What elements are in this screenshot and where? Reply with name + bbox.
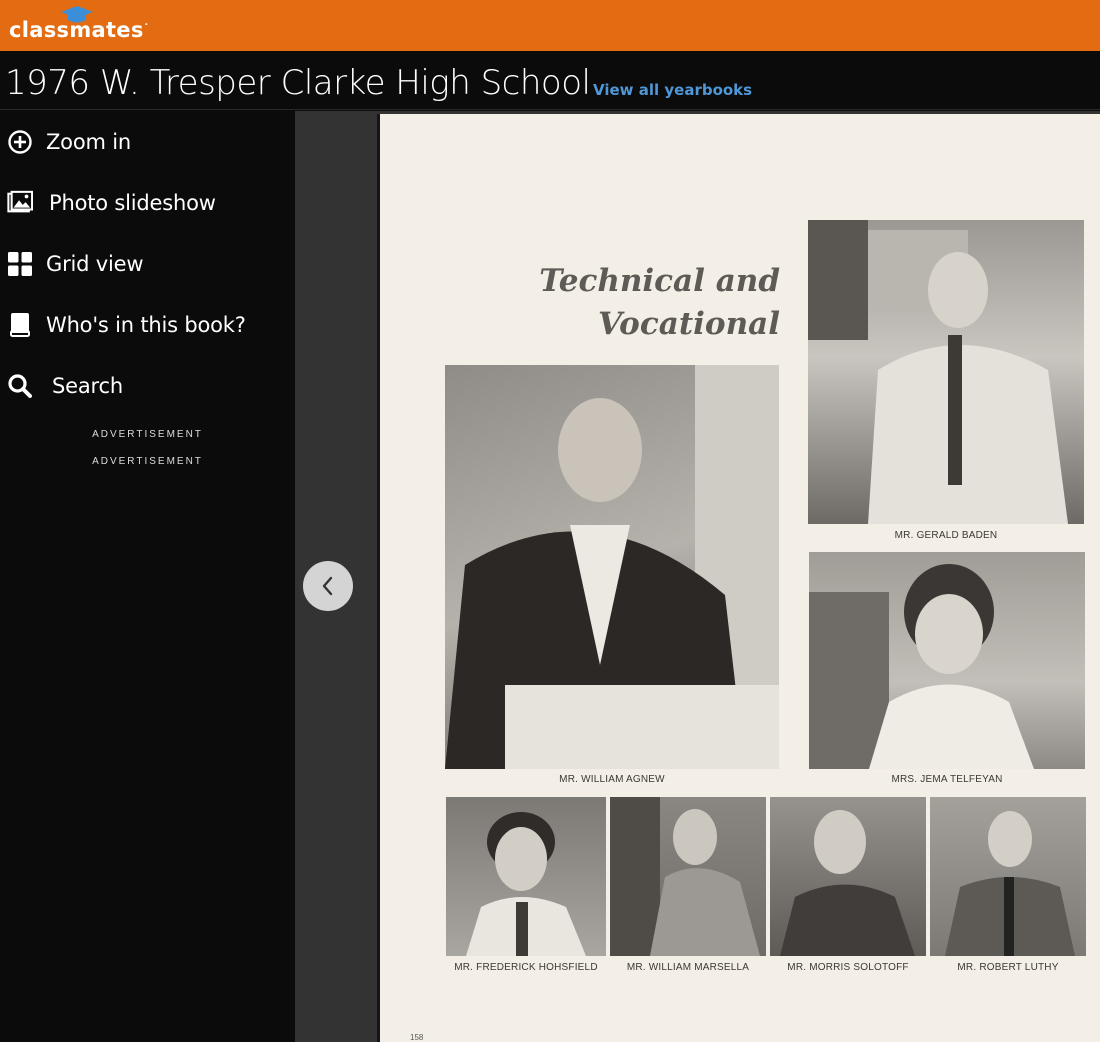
sidebar-item-label: Search: [52, 374, 123, 398]
classmates-logo[interactable]: classmates.: [9, 18, 148, 42]
portrait-figure: [610, 797, 760, 956]
top-bar: classmates.: [0, 0, 1100, 51]
photo-frederick-hohsfield[interactable]: [446, 797, 606, 956]
sidebar-item-photo-slideshow[interactable]: Photo slideshow: [0, 181, 295, 225]
search-icon: [7, 373, 33, 399]
portrait-figure: [808, 220, 1068, 524]
chevron-left-icon: [322, 576, 333, 596]
sidebar: Zoom in Photo slideshow Grid view Who's …: [0, 111, 295, 1042]
page-heading-line2: Vocational: [597, 306, 780, 342]
portrait-figure: [780, 810, 915, 956]
slideshow-icon: [7, 190, 33, 216]
caption-jema-telfeyan: MRS. JEMA TELFEYAN: [891, 774, 1003, 785]
photo-jema-telfeyan[interactable]: [809, 552, 1085, 769]
sidebar-item-zoom-in[interactable]: Zoom in: [0, 120, 295, 164]
caption-william-marsella: MR. WILLIAM MARSELLA: [626, 962, 750, 973]
photo-william-agnew[interactable]: [445, 365, 779, 769]
portrait-figure: [466, 812, 586, 956]
logo-text: classmates: [9, 18, 144, 42]
portrait-figure: [945, 811, 1075, 956]
sidebar-item-grid-view[interactable]: Grid view: [0, 242, 295, 286]
photo-robert-luthy[interactable]: [930, 797, 1086, 956]
caption-frederick-hohsfield: MR. FREDERICK HOHSFIELD: [454, 962, 598, 973]
page-heading-line1: Technical and: [539, 263, 780, 299]
page-number: 158: [410, 1033, 424, 1042]
photo-william-marsella[interactable]: [610, 797, 766, 956]
logo-mark: .: [144, 18, 149, 28]
caption-morris-solotoff: MR. MORRIS SOLOTOFF: [787, 962, 909, 973]
portrait-figure: [809, 564, 1034, 769]
portrait-figure: [445, 365, 779, 769]
photo-morris-solotoff[interactable]: [770, 797, 926, 956]
view-all-yearbooks-link[interactable]: View all yearbooks: [593, 81, 752, 99]
book-icon: [7, 312, 33, 338]
sidebar-item-search[interactable]: Search: [0, 364, 295, 408]
yearbook-page[interactable]: Technical and Vocational MR. GERALD BADE…: [377, 114, 1100, 1042]
photo-gerald-baden[interactable]: [808, 220, 1084, 524]
sidebar-item-label: Grid view: [46, 252, 144, 276]
sidebar-item-whos-in-this-book[interactable]: Who's in this book?: [0, 303, 295, 347]
caption-william-agnew: MR. WILLIAM AGNEW: [559, 774, 665, 785]
advertisement-label: ADVERTISEMENT: [92, 429, 203, 440]
previous-page-button[interactable]: [303, 561, 353, 611]
caption-gerald-baden: MR. GERALD BADEN: [894, 530, 998, 541]
page-title: 1976 W. Tresper Clarke High School: [5, 63, 591, 103]
sidebar-item-label: Zoom in: [46, 130, 131, 154]
sidebar-item-label: Who's in this book?: [46, 313, 246, 337]
grid-icon: [7, 251, 33, 277]
sidebar-item-label: Photo slideshow: [49, 191, 216, 215]
caption-robert-luthy: MR. ROBERT LUTHY: [957, 962, 1059, 973]
zoom-in-icon: [7, 129, 33, 155]
title-bar: 1976 W. Tresper Clarke High School View …: [0, 51, 1100, 110]
advertisement-label: ADVERTISEMENT: [92, 456, 203, 467]
